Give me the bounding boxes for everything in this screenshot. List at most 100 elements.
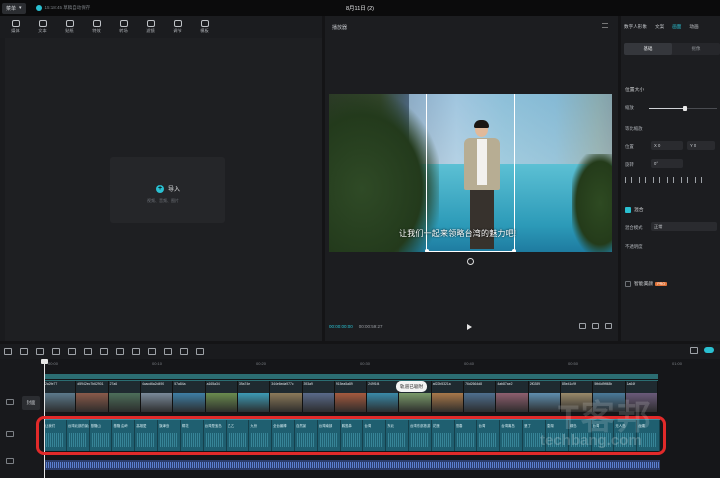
properties-subtab[interactable]: 基础 xyxy=(624,43,672,55)
video-clip[interactable]: 57a84a xyxy=(173,381,206,412)
menu-icon[interactable] xyxy=(602,23,608,28)
microphone-icon[interactable] xyxy=(690,347,698,354)
crop-icon[interactable] xyxy=(579,323,586,329)
player-panel: 播放器 让我们一起来领略台湾的魅力吧! 00:00:00:00 00:00:59… xyxy=(325,16,618,341)
video-clip[interactable]: 393a9 xyxy=(302,381,335,412)
toolbar-item[interactable]: 媒体 xyxy=(2,20,29,34)
align-middle-icon[interactable] xyxy=(681,177,688,183)
eye-icon[interactable] xyxy=(6,399,14,405)
plus-icon: + xyxy=(156,184,164,193)
timeline-ruler[interactable]: 00:00 00:10 00:20 00:30 00:40 00:50 01:00 xyxy=(42,359,720,369)
clip-name: 57a84a xyxy=(174,382,186,386)
rotate-icon[interactable] xyxy=(467,258,474,265)
properties-tabs: 数字人形象 文案 画面 动画 xyxy=(621,16,720,38)
autosave-text: 15:18:45 草稿自动保存 xyxy=(44,5,91,10)
properties-tab[interactable]: 动画 xyxy=(689,24,698,30)
toolbar-item[interactable]: 滤镜 xyxy=(137,20,164,34)
smart-beauty-checkbox[interactable] xyxy=(625,280,631,287)
clip-thumbnail xyxy=(237,393,270,412)
video-clip[interactable]: 27a6 xyxy=(108,381,141,412)
freeze-icon[interactable] xyxy=(116,348,124,355)
snap-toggle-icon[interactable] xyxy=(704,347,714,353)
video-clip[interactable]: af22b5321a xyxy=(431,381,465,412)
video-clip[interactable]: d5942ec7b62901 xyxy=(76,381,109,412)
align-right-icon[interactable] xyxy=(653,177,660,183)
fullscreen-icon[interactable] xyxy=(605,323,612,329)
crop-clip-icon[interactable] xyxy=(180,348,188,355)
ruler-tick-label: 01:00 xyxy=(672,361,683,366)
clip-name: 2f0289 xyxy=(529,382,541,386)
video-clip[interactable]: a165a34 xyxy=(205,381,238,412)
audio-icon[interactable] xyxy=(6,458,14,464)
video-clip[interactable]: 4ab87ae2 xyxy=(496,381,529,412)
video-clip[interactable]: 2a2fe77 xyxy=(44,381,77,412)
clip-name: af22b5321a xyxy=(432,382,451,386)
video-clip[interactable]: 344e6eda977c xyxy=(270,381,303,412)
blend-checkbox[interactable] xyxy=(625,206,631,213)
video-clip[interactable]: 915ea5a89 xyxy=(334,381,368,412)
align-left-icon[interactable] xyxy=(625,177,632,183)
align-top-icon[interactable] xyxy=(667,177,674,183)
position-x-field[interactable]: X 0 xyxy=(651,141,683,150)
toolbar-item-label: 模板 xyxy=(200,28,209,33)
import-dropzone[interactable]: + 导入 视频、音频、图片 xyxy=(110,157,225,223)
rotate-label: 旋转 xyxy=(625,162,634,167)
lock-icon[interactable] xyxy=(6,431,14,437)
clip-name: 4ab87ae2 xyxy=(497,382,513,386)
import-button[interactable]: + 导入 xyxy=(156,184,180,193)
resize-handle[interactable] xyxy=(425,249,429,252)
video-preview[interactable]: 让我们一起来领略台湾的魅力吧! xyxy=(329,94,612,252)
undo-icon[interactable] xyxy=(4,348,12,355)
toolbar-item[interactable]: 模板 xyxy=(191,20,218,34)
blend-label: 混合 xyxy=(634,208,644,213)
split-left-icon[interactable] xyxy=(52,348,60,355)
scale-slider[interactable] xyxy=(649,106,717,111)
align-center-icon[interactable] xyxy=(639,177,646,183)
video-clip[interactable]: 249f1f4 xyxy=(367,381,400,412)
properties-subtab[interactable]: 抠像 xyxy=(672,43,720,55)
watermark: T客邦 techbang.com xyxy=(540,390,710,462)
rotate-clip-icon[interactable] xyxy=(164,348,172,355)
play-icon[interactable] xyxy=(467,324,472,330)
ratio-icon[interactable] xyxy=(592,323,599,329)
record-icon[interactable] xyxy=(132,348,140,355)
clip-thumbnail xyxy=(431,393,464,412)
toolbar-item[interactable]: 贴纸 xyxy=(56,20,83,34)
mirror-icon[interactable] xyxy=(148,348,156,355)
properties-tab[interactable]: 文案 xyxy=(655,24,664,30)
blend-mode-label: 混合模式 xyxy=(625,225,643,230)
playhead-handle[interactable] xyxy=(41,359,48,364)
split-icon[interactable] xyxy=(36,348,44,355)
smart-beauty-heading: 智能美颜 PRO xyxy=(625,280,667,287)
caption-track[interactable] xyxy=(44,374,658,379)
position-y-field[interactable]: Y 0 xyxy=(687,141,715,150)
toolbar-item[interactable]: 调节 xyxy=(164,20,191,34)
properties-panel: 数字人形象 文案 画面 动画 基础 抠像 位置大小 缩放 等比缩放 位置 X 0 Y 0… xyxy=(621,16,720,341)
properties-tab[interactable]: 数字人形象 xyxy=(624,24,647,30)
delete-icon[interactable] xyxy=(84,348,92,355)
toolbar-item[interactable]: 文本 xyxy=(29,20,56,34)
menu-button[interactable]: 菜单 ▾ xyxy=(2,2,26,14)
split-right-icon[interactable] xyxy=(68,348,76,355)
media-icon xyxy=(11,20,20,27)
filter-icon xyxy=(146,20,155,27)
image-icon[interactable] xyxy=(196,348,204,355)
snap-tooltip: 轨道已吸附 xyxy=(396,381,427,392)
autosave-status: 15:18:45 草稿自动保存 xyxy=(35,5,91,11)
clip-name: 5fb6d9ff48b xyxy=(594,382,613,386)
video-clip[interactable]: 39a74e xyxy=(237,381,271,412)
resize-handle[interactable] xyxy=(512,249,516,252)
slider-handle[interactable] xyxy=(683,106,688,111)
rotate-field[interactable]: 0° xyxy=(651,159,683,168)
blend-mode-select[interactable]: 正常 xyxy=(651,222,717,231)
cover-button[interactable]: 封面 xyxy=(22,396,40,410)
align-bottom-icon[interactable] xyxy=(695,177,702,183)
video-clip[interactable]: 76d2664d8 xyxy=(464,381,497,412)
toolbar-item-label: 特效 xyxy=(92,28,101,33)
toolbar-item[interactable]: 特效 xyxy=(83,20,110,34)
redo-icon[interactable] xyxy=(20,348,28,355)
marker-icon[interactable] xyxy=(100,348,108,355)
properties-tab[interactable]: 画面 xyxy=(672,24,681,30)
toolbar-item[interactable]: 转场 xyxy=(110,20,137,34)
video-clip[interactable]: 4cacd6a2d490 xyxy=(140,381,174,412)
